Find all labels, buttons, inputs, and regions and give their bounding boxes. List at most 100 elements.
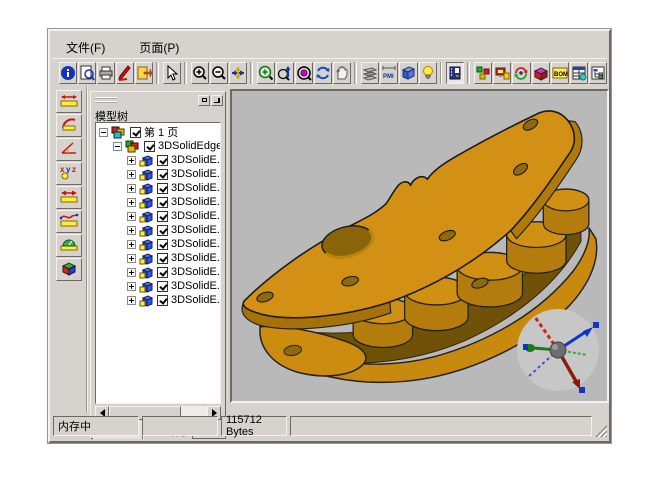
tree-label[interactable]: 3DSolidE. [171,280,220,292]
measure-radius-button[interactable] [56,114,82,137]
part-checkbox[interactable] [157,197,168,208]
select-cursor-icon [164,65,180,81]
print-preview-button[interactable] [78,62,96,84]
expand-icon[interactable] [127,254,136,263]
animation-button[interactable] [493,62,511,84]
model-tree[interactable]: 第 1 页 3DSolidEdge. 3DSolidE. 3DSolidE. 3… [95,122,221,404]
expand-icon[interactable] [127,198,136,207]
tree-row-part[interactable]: 3DSolidE. [96,237,220,251]
part-checkbox[interactable] [157,295,168,306]
panel-header[interactable] [93,94,223,106]
export-button[interactable] [135,62,153,84]
part-node-icon [139,224,154,237]
tree-row-page[interactable]: 第 1 页 [96,125,220,139]
svg-text:PMI: PMI [383,74,394,80]
measure-distance-button[interactable] [56,90,82,113]
tree-label[interactable]: 3DSolidE. [171,238,220,250]
part-checkbox[interactable] [157,267,168,278]
panel-grip[interactable] [95,97,117,103]
zoom-rotate-button[interactable] [295,62,313,84]
expand-icon[interactable] [127,296,136,305]
expand-icon[interactable] [127,156,136,165]
assembly-explode-button[interactable] [474,62,492,84]
part-checkbox[interactable] [157,281,168,292]
part-checkbox[interactable] [157,155,168,166]
solid-display-button[interactable] [532,62,550,84]
menu-page[interactable]: 页面(P) [135,37,183,58]
tree-row-part[interactable]: 3DSolidE. [96,195,220,209]
notebook-button[interactable] [446,62,464,84]
measure-coordinate-button[interactable]: xyz [56,162,82,185]
rotate-animation-button[interactable] [512,62,530,84]
tree-row-part[interactable]: 3DSolidE. [96,223,220,237]
tree-label[interactable]: 3DSolidE. [171,168,220,180]
measure-length-button[interactable] [56,186,82,209]
part-checkbox[interactable] [157,239,168,250]
tree-row-assembly[interactable]: 3DSolidEdge. [96,139,220,153]
expand-icon[interactable] [127,170,136,179]
zoom-out-button[interactable] [210,62,228,84]
part-checkbox[interactable] [157,253,168,264]
structure-tree-button[interactable] [589,62,607,84]
tree-label[interactable]: 3DSolidE. [171,154,220,166]
menu-file[interactable]: 文件(F) [62,37,109,58]
view-cube-button[interactable] [399,62,417,84]
page-checkbox[interactable] [130,127,141,138]
print-button[interactable] [97,62,115,84]
tree-row-part[interactable]: 3DSolidE. [96,279,220,293]
tree-row-part[interactable]: 3DSolidE. [96,265,220,279]
tree-label[interactable]: 3DSolidE. [171,182,220,194]
pmi-button[interactable]: PMI [380,62,398,84]
markup-pen-button[interactable] [116,62,134,84]
measure-curve-button[interactable] [56,210,82,233]
panel-hide-button[interactable] [211,95,223,106]
part-checkbox[interactable] [157,211,168,222]
measure-area-button[interactable] [56,234,82,257]
layers-button[interactable] [361,62,379,84]
tree-label[interactable]: 3DSolidEdge. [158,140,221,152]
hand-pan-button[interactable] [333,62,351,84]
measure-volume-button[interactable] [56,258,82,281]
expand-icon[interactable] [127,184,136,193]
tree-label[interactable]: 3DSolidE. [171,266,220,278]
assembly-checkbox[interactable] [144,141,155,152]
expand-icon[interactable] [127,240,136,249]
tree-label[interactable]: 3DSolidE. [171,210,220,222]
zoom-in-button[interactable] [191,62,209,84]
expand-icon[interactable] [127,226,136,235]
report-table-button[interactable] [570,62,588,84]
tree-label[interactable]: 3DSolidE. [171,196,220,208]
light-button[interactable] [419,62,437,84]
tree-label[interactable]: 3DSolidE. [171,252,220,264]
tree-label[interactable]: 第 1 页 [144,124,178,140]
tree-row-part[interactable]: 3DSolidE. [96,209,220,223]
tree-row-part[interactable]: 3DSolidE. [96,181,220,195]
pan-button[interactable] [229,62,247,84]
tree-label[interactable]: 3DSolidE. [171,294,220,306]
collapse-icon[interactable] [99,128,108,137]
expand-icon[interactable] [127,268,136,277]
tree-row-part[interactable]: 3DSolidE. [96,251,220,265]
hand-pan-icon [334,65,350,81]
part-checkbox[interactable] [157,225,168,236]
refresh-button[interactable] [314,62,332,84]
select-cursor-button[interactable] [163,62,181,84]
resize-grip-icon[interactable] [595,425,607,437]
zoom-dynamic-button[interactable] [276,62,294,84]
info-button[interactable] [59,62,77,84]
bom-button[interactable]: BOM [551,62,569,84]
viewport-3d[interactable] [230,89,609,403]
part-checkbox[interactable] [157,169,168,180]
toolbar-separator [184,62,187,84]
expand-icon[interactable] [127,282,136,291]
tree-row-part[interactable]: 3DSolidE. [96,153,220,167]
part-checkbox[interactable] [157,183,168,194]
tree-row-part[interactable]: 3DSolidE. [96,167,220,181]
tree-row-part[interactable]: 3DSolidE. [96,293,220,307]
measure-angle-button[interactable] [56,138,82,161]
tree-label[interactable]: 3DSolidE. [171,224,220,236]
zoom-window-button[interactable] [257,62,275,84]
panel-restore-button[interactable] [198,95,210,106]
collapse-icon[interactable] [113,142,122,151]
expand-icon[interactable] [127,212,136,221]
